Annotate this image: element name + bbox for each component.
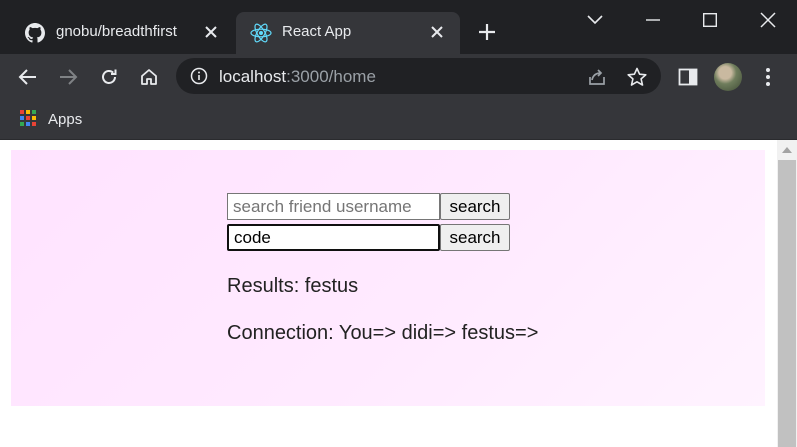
scrollbar-thumb[interactable]	[778, 160, 796, 447]
new-tab-icon[interactable]	[474, 19, 500, 45]
tab-strip: gnobu/breadthfirst React App	[0, 0, 797, 54]
github-icon	[24, 22, 46, 44]
maximize-icon[interactable]	[681, 0, 739, 40]
bookmark-label: Apps	[48, 110, 83, 128]
tab-github[interactable]: gnobu/breadthfirst	[10, 12, 234, 54]
close-icon[interactable]	[200, 21, 222, 43]
url-text: localhost:3000/home	[219, 67, 376, 86]
kebab-menu-icon[interactable]	[756, 64, 780, 90]
connection-text: Connection: You=> didi=> festus=>	[227, 322, 539, 344]
forward-icon[interactable]	[53, 62, 83, 92]
share-icon[interactable]	[586, 66, 608, 88]
profile-avatar[interactable]	[714, 63, 742, 91]
close-window-icon[interactable]	[739, 0, 797, 40]
bookmark-apps[interactable]: Apps	[20, 108, 82, 130]
tab-title: gnobu/breadthfirst	[56, 23, 177, 40]
search-friend-button[interactable]: search	[440, 193, 510, 220]
scroll-up-arrow-icon[interactable]	[777, 142, 797, 158]
side-panel-icon[interactable]	[677, 66, 699, 88]
minimize-icon[interactable]	[624, 0, 682, 40]
bookmarks-bar: Apps	[0, 100, 797, 140]
vertical-scrollbar[interactable]	[777, 140, 797, 447]
reload-icon[interactable]	[94, 62, 124, 92]
friend-username-input[interactable]	[227, 193, 440, 220]
home-icon[interactable]	[134, 62, 164, 92]
results-text: Results: festus	[227, 275, 359, 297]
search-code-button[interactable]: search	[440, 224, 510, 251]
page-viewport: search search Results: festus Connection…	[0, 140, 797, 447]
address-bar[interactable]: localhost:3000/home	[176, 58, 661, 94]
search-panel: search search Results: festus Connection…	[11, 150, 765, 406]
tab-search-icon[interactable]	[566, 0, 624, 40]
apps-grid-icon	[20, 110, 38, 128]
react-icon	[250, 22, 272, 44]
back-icon[interactable]	[13, 62, 43, 92]
bookmark-star-icon[interactable]	[626, 66, 648, 88]
close-icon[interactable]	[426, 21, 448, 43]
info-icon[interactable]	[190, 67, 208, 85]
tab-react-app[interactable]: React App	[236, 12, 460, 54]
code-search-row: search	[227, 224, 510, 252]
tab-title: React App	[282, 23, 352, 40]
friend-search-row: search	[227, 193, 510, 221]
browser-toolbar: localhost:3000/home	[0, 54, 797, 100]
code-input[interactable]	[227, 224, 440, 251]
